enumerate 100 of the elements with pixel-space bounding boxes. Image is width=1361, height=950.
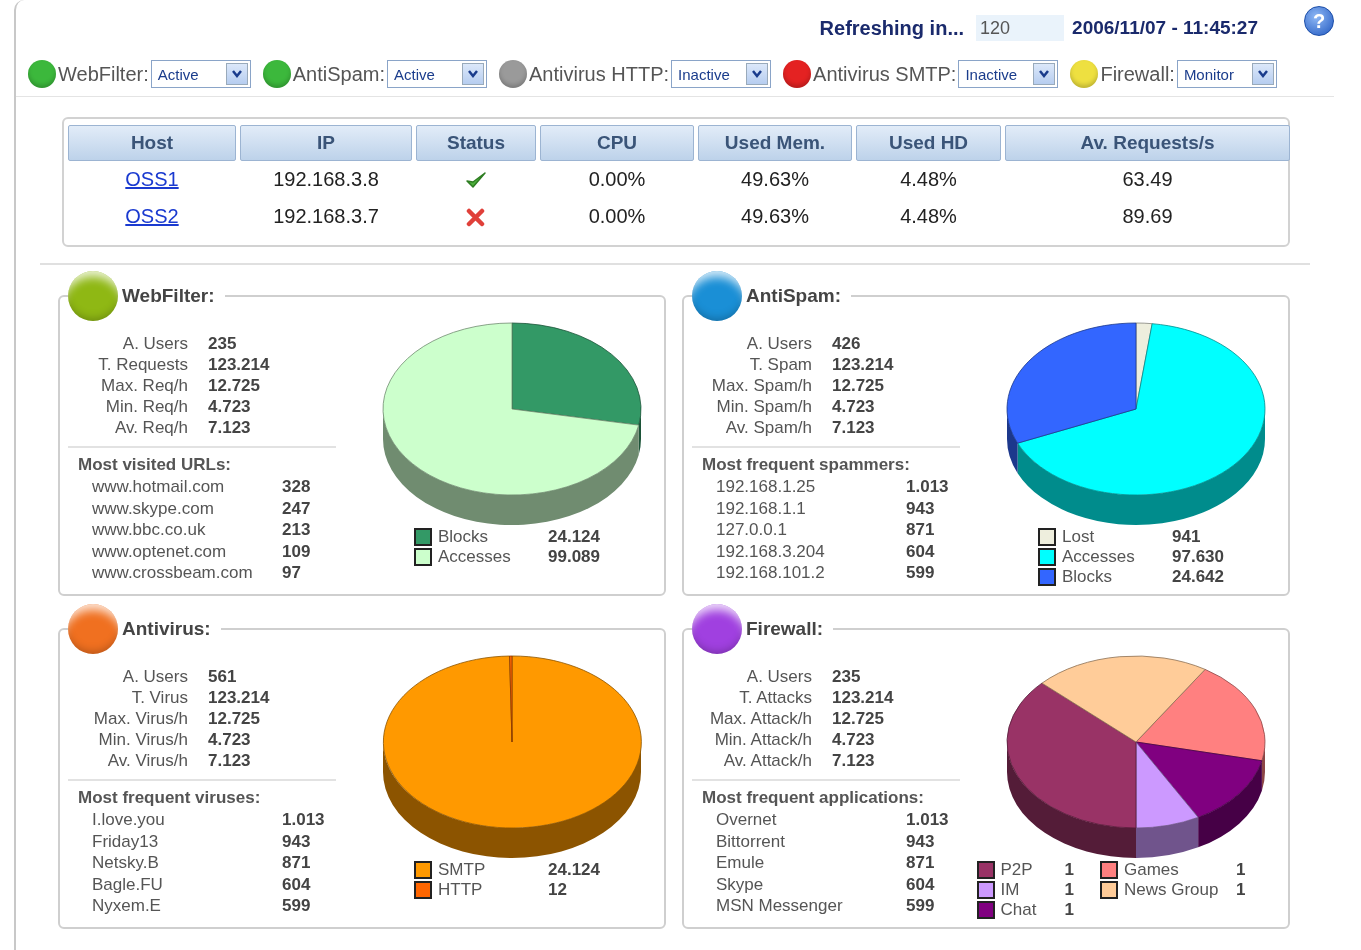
list-value: 599 bbox=[906, 562, 936, 584]
chevron-down-icon[interactable] bbox=[1033, 63, 1056, 85]
stat-label: Min. Virus/h bbox=[97, 729, 188, 750]
legend-label: Accesses bbox=[1062, 547, 1136, 567]
column-header[interactable]: Used HD bbox=[856, 125, 1001, 161]
legend-label: IM bbox=[1000, 880, 1021, 900]
stat-label: T. Spam bbox=[748, 354, 812, 375]
stat-value: 12.725 bbox=[832, 708, 885, 729]
mode-dropdown[interactable]: Monitor bbox=[1176, 60, 1277, 88]
module-label: AntiSpam: bbox=[292, 62, 386, 86]
list-value: 247 bbox=[282, 497, 312, 519]
chevron-down-icon[interactable] bbox=[462, 63, 485, 85]
list-value: 1.013 bbox=[282, 809, 326, 831]
host-link[interactable]: OSS1 bbox=[125, 168, 179, 191]
stat-label: Max. Req/h bbox=[100, 375, 188, 396]
legend-label: SMTP bbox=[438, 860, 487, 880]
table-cell-text: 89.69 bbox=[1121, 204, 1174, 229]
table-cell-text: 4.48% bbox=[899, 204, 958, 229]
list-item: Bittorrent bbox=[716, 830, 786, 852]
stat-label: Max. Spam/h bbox=[710, 375, 812, 396]
module-label: WebFilter: bbox=[58, 62, 149, 86]
list-item: Bagle.FU bbox=[92, 873, 164, 895]
stat-label: A. Users bbox=[745, 333, 812, 354]
stat-label: Max. Virus/h bbox=[92, 708, 188, 729]
stat-label: Av. Spam/h bbox=[724, 417, 812, 438]
list-item: Skype bbox=[716, 873, 765, 895]
table-cell-text: 192.168.3.7 bbox=[272, 204, 380, 229]
list-item: MSN Messenger bbox=[716, 895, 844, 917]
list-value: 1.013 bbox=[906, 476, 950, 498]
mode-dropdown[interactable]: Inactive bbox=[958, 60, 1059, 88]
legend-label: Blocks bbox=[438, 527, 490, 547]
list-title: Most frequent viruses: bbox=[77, 787, 262, 809]
stat-value: 123.214 bbox=[832, 687, 895, 708]
stat-value: 235 bbox=[832, 666, 862, 687]
legend-value: 24.124 bbox=[548, 860, 600, 880]
column-header[interactable]: Used Mem. bbox=[698, 125, 852, 161]
stat-value: 561 bbox=[208, 666, 238, 687]
list-value: 604 bbox=[906, 873, 936, 895]
stat-label: T. Requests bbox=[97, 354, 188, 375]
list-value: 871 bbox=[282, 852, 312, 874]
host-link[interactable]: OSS2 bbox=[125, 205, 179, 228]
stat-label: Min. Attack/h bbox=[713, 729, 812, 750]
list-value: 871 bbox=[906, 519, 936, 541]
table-cell-text: 0.00% bbox=[587, 204, 647, 229]
stat-value: 235 bbox=[208, 333, 238, 354]
table-cell-text: 49.63% bbox=[740, 167, 810, 192]
list-title: Most visited URLs: bbox=[77, 454, 233, 476]
list-item: www.bbc.co.uk bbox=[92, 519, 207, 541]
column-header[interactable]: Av. Requests/s bbox=[1005, 125, 1290, 161]
stat-label: Av. Virus/h bbox=[106, 750, 188, 771]
list-value: 604 bbox=[282, 873, 312, 895]
list-item: www.skype.com bbox=[92, 497, 215, 519]
legend-value: 24.642 bbox=[1172, 567, 1224, 587]
legend-label: News Group bbox=[1124, 880, 1220, 900]
panel-title: Firewall: bbox=[746, 618, 824, 640]
stat-label: A. Users bbox=[121, 333, 188, 354]
stat-label: Max. Attack/h bbox=[708, 708, 812, 729]
list-value: 604 bbox=[906, 540, 936, 562]
stat-value: 123.214 bbox=[208, 687, 271, 708]
legend-value: 1 bbox=[1064, 900, 1074, 920]
list-value: 943 bbox=[906, 497, 936, 519]
chevron-down-icon[interactable] bbox=[746, 63, 769, 85]
legend-value: 12 bbox=[548, 880, 567, 900]
mode-dropdown[interactable]: Inactive bbox=[671, 60, 772, 88]
stat-value: 7.123 bbox=[832, 417, 876, 438]
legend-label: Accesses bbox=[438, 547, 512, 567]
legend-value: 1 bbox=[1064, 880, 1074, 900]
column-header[interactable]: IP bbox=[240, 125, 412, 161]
stat-value: 7.123 bbox=[208, 750, 252, 771]
legend-label: Games bbox=[1124, 860, 1180, 880]
chevron-down-icon[interactable] bbox=[1251, 63, 1274, 85]
refresh-field[interactable]: 120 bbox=[976, 15, 1065, 41]
list-value: 109 bbox=[282, 540, 312, 562]
table-cell-text: 0.00% bbox=[587, 167, 647, 192]
mode-dropdown[interactable]: Active bbox=[150, 60, 251, 88]
stat-value: 426 bbox=[832, 333, 862, 354]
panel-title: AntiSpam: bbox=[746, 285, 841, 307]
stat-value: 12.725 bbox=[832, 375, 885, 396]
list-item: 192.168.1.25 bbox=[716, 476, 817, 498]
panel-title: WebFilter: bbox=[122, 285, 215, 307]
list-value: 213 bbox=[282, 519, 312, 541]
stat-value: 12.725 bbox=[208, 375, 261, 396]
table-cell-text: 63.49 bbox=[1121, 167, 1174, 192]
chevron-down-icon[interactable] bbox=[225, 63, 248, 85]
module-label: Firewall: bbox=[1100, 62, 1175, 86]
table-cell-text: 49.63% bbox=[740, 204, 810, 229]
list-item: Netsky.B bbox=[92, 852, 160, 874]
legend-label: Lost bbox=[1062, 527, 1096, 547]
legend-label: Chat bbox=[1000, 900, 1038, 920]
list-item: Nyxem.E bbox=[92, 895, 162, 917]
column-header[interactable]: CPU bbox=[540, 125, 694, 161]
list-value: 599 bbox=[906, 895, 936, 917]
list-item: 192.168.101.2 bbox=[716, 562, 826, 584]
module-label: Antivirus SMTP: bbox=[813, 62, 957, 86]
stat-label: Min. Spam/h bbox=[715, 396, 812, 417]
column-header[interactable]: Host bbox=[68, 125, 236, 161]
column-header[interactable]: Status bbox=[416, 125, 536, 161]
mode-dropdown[interactable]: Active bbox=[387, 60, 488, 88]
list-item: www.optenet.com bbox=[92, 540, 228, 562]
legend-value: 1 bbox=[1064, 860, 1074, 880]
